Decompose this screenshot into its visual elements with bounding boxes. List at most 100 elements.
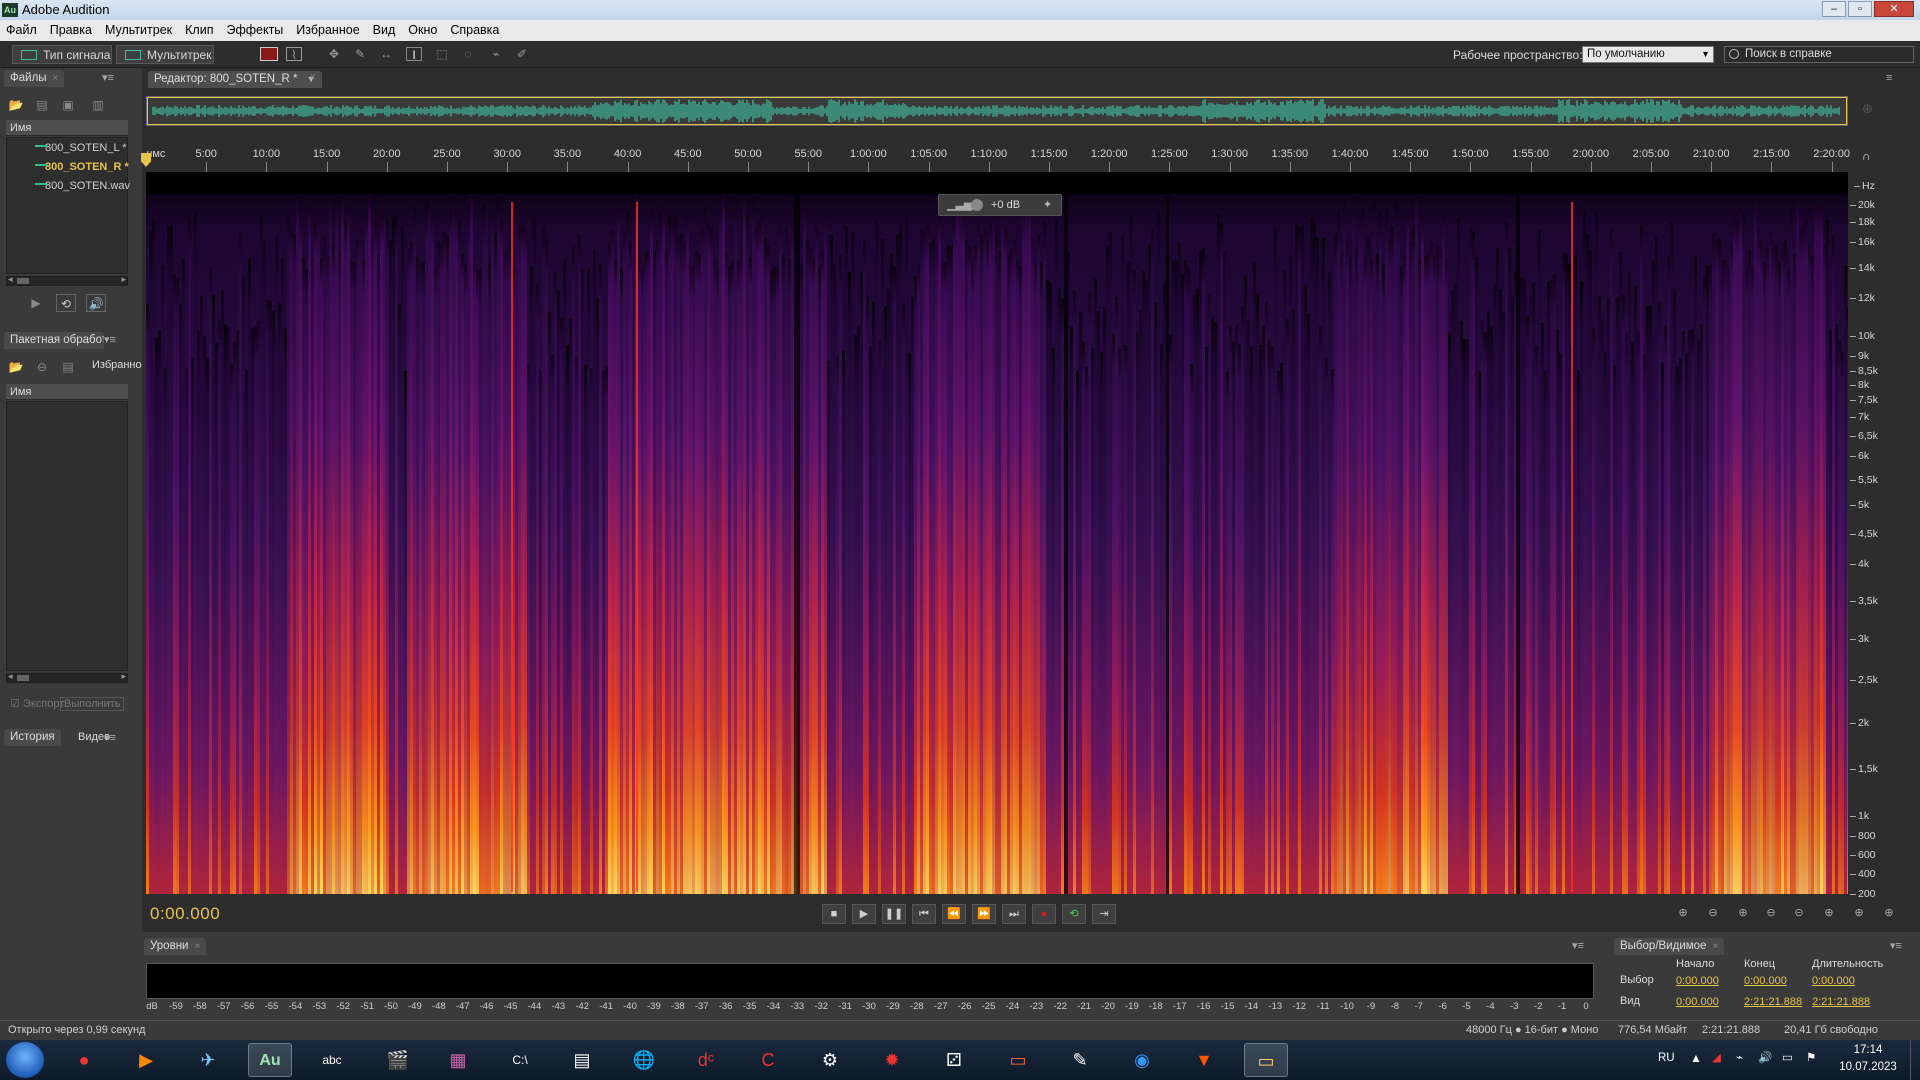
- selection-start-value[interactable]: 0:00.000: [1676, 975, 1719, 987]
- network-globe-icon[interactable]: 🌐: [622, 1043, 666, 1077]
- view-end-value[interactable]: 2:21:21.888: [1744, 996, 1802, 1008]
- zoom-selection-icon[interactable]: ⊕: [1848, 906, 1870, 924]
- settings-gear-icon[interactable]: ⚙: [808, 1043, 852, 1077]
- play-button[interactable]: ▶: [852, 904, 876, 924]
- play-preview-icon[interactable]: ▶: [26, 294, 46, 312]
- display-tray-icon[interactable]: ▭: [1782, 1050, 1793, 1064]
- view-duration-value[interactable]: 2:21:21.888: [1812, 996, 1870, 1008]
- file-item-selected[interactable]: 800_SOTEN_R *: [11, 159, 129, 175]
- clock-time[interactable]: 17:14: [1838, 1044, 1898, 1056]
- spectral-pitch-icon[interactable]: ⌇: [286, 47, 302, 62]
- notepad-icon[interactable]: ▤: [560, 1043, 604, 1077]
- export-checkbox[interactable]: ☑ Экспорт: [10, 697, 64, 710]
- maximize-button[interactable]: ▫: [1848, 1, 1872, 17]
- selection-panel-menu-icon[interactable]: ▾≡: [1890, 939, 1902, 952]
- move-to-end-button[interactable]: ⏭: [1002, 904, 1026, 924]
- razor-tool-icon[interactable]: ✎: [352, 47, 368, 61]
- slip-tool-icon[interactable]: ↔: [378, 47, 394, 61]
- batch-panel-menu-icon[interactable]: ▾≡: [104, 333, 116, 346]
- tab-selection-view[interactable]: Выбор/Видимое ×: [1614, 938, 1725, 955]
- workspace-select[interactable]: По умолчанию ▼: [1582, 46, 1714, 63]
- menu-view[interactable]: Вид: [373, 20, 396, 41]
- video-editor-icon[interactable]: 🎬: [376, 1043, 420, 1077]
- zoom-icon[interactable]: ⊕: [1862, 101, 1880, 119]
- rewind-button[interactable]: ⏪: [942, 904, 966, 924]
- zoom-in-point-icon[interactable]: ⊕: [1818, 906, 1840, 924]
- menu-multitrack[interactable]: Мультитрек: [105, 20, 172, 41]
- dc-app-icon[interactable]: dᶜ: [684, 1043, 728, 1077]
- minimize-button[interactable]: –: [1822, 1, 1846, 17]
- move-to-start-button[interactable]: ⏮: [912, 904, 936, 924]
- start-button[interactable]: [6, 1042, 44, 1078]
- archive-icon[interactable]: ▦: [436, 1043, 480, 1077]
- skip-selection-button[interactable]: ⇥: [1092, 904, 1116, 924]
- files-scrollbar[interactable]: [6, 274, 128, 286]
- batch-remove-icon[interactable]: ⊖: [32, 358, 52, 376]
- zoom-out-full-icon[interactable]: ⊝: [1788, 906, 1810, 924]
- ladybug-icon[interactable]: ✹: [870, 1043, 914, 1077]
- close-editor-icon[interactable]: ×: [310, 72, 316, 83]
- tab-favorites[interactable]: Избранное: [92, 359, 148, 371]
- auto-play-icon[interactable]: 🔊: [86, 294, 106, 312]
- zoom-out-amplitude-icon[interactable]: ⊖: [1702, 906, 1724, 924]
- media-player-icon[interactable]: ▶: [124, 1043, 168, 1077]
- run-button[interactable]: Выполнить: [60, 697, 125, 711]
- batch-clear-icon[interactable]: ▤: [58, 358, 78, 376]
- spot-healing-icon[interactable]: ✐: [514, 47, 530, 61]
- pause-button[interactable]: ❚❚: [882, 904, 906, 924]
- editor-panel-menu-icon[interactable]: ≡: [1886, 72, 1892, 84]
- opera-icon[interactable]: ●: [62, 1043, 106, 1077]
- tools-icon[interactable]: ✎: [1058, 1043, 1102, 1077]
- file-item[interactable]: 800_SOTEN_L *: [11, 140, 127, 156]
- menu-effects[interactable]: Эффекты: [226, 20, 283, 41]
- files-panel-menu-icon[interactable]: ▾≡: [102, 71, 114, 84]
- time-selection-tool-icon[interactable]: I: [406, 47, 422, 62]
- show-desktop-button[interactable]: [1910, 1040, 1920, 1080]
- menu-window[interactable]: Окно: [408, 20, 437, 41]
- adobe-audition-taskbar-icon[interactable]: Au: [248, 1043, 292, 1077]
- loop-playback-button[interactable]: ⟲: [1062, 904, 1086, 924]
- zoom-in-time-icon[interactable]: ⊕: [1732, 906, 1754, 924]
- network-tray-icon[interactable]: ⌁: [1736, 1050, 1743, 1064]
- snap-icon[interactable]: ∩: [1862, 149, 1871, 163]
- overview-waveform[interactable]: [146, 96, 1848, 126]
- multitrack-mode-button[interactable]: Мультитрек: [116, 45, 214, 64]
- tab-levels[interactable]: Уровни ×: [144, 938, 207, 955]
- image-viewer-icon[interactable]: ▭: [996, 1043, 1040, 1077]
- gain-hud[interactable]: ▁▃▅ +0 dB ✦: [938, 194, 1062, 216]
- tab-batch-process[interactable]: Пакетная обработка: [4, 332, 104, 349]
- eye-app-icon[interactable]: ◉: [1120, 1043, 1164, 1077]
- import-file-icon[interactable]: ▤: [32, 96, 52, 114]
- batch-open-icon[interactable]: 📂: [6, 358, 26, 376]
- tab-files[interactable]: Файлы ×: [4, 70, 65, 87]
- c-app-icon[interactable]: C: [746, 1043, 790, 1077]
- batch-column-name[interactable]: Имя: [6, 384, 128, 400]
- current-time-display[interactable]: 0:00.000: [150, 904, 220, 924]
- menu-edit[interactable]: Правка: [50, 20, 92, 41]
- insert-icon[interactable]: ▥: [88, 96, 108, 114]
- loop-preview-icon[interactable]: ⟲: [56, 294, 76, 312]
- clock-date[interactable]: 10.07.2023: [1838, 1061, 1898, 1073]
- spectral-display-icon[interactable]: [260, 47, 278, 61]
- tab-history[interactable]: История: [4, 729, 61, 746]
- marquee-tool-icon[interactable]: ⬚: [434, 47, 450, 61]
- levels-panel-menu-icon[interactable]: ▾≡: [1572, 939, 1584, 952]
- menu-favorites[interactable]: Избранное: [296, 20, 359, 41]
- action-center-icon[interactable]: ⚑: [1806, 1050, 1816, 1064]
- lasso-tool-icon[interactable]: ◌: [460, 47, 476, 61]
- gain-knob-icon[interactable]: [971, 199, 983, 211]
- open-file-icon[interactable]: 📂: [6, 96, 26, 114]
- selection-duration-value[interactable]: 0:00.000: [1812, 975, 1855, 987]
- menu-file[interactable]: Файл: [6, 20, 37, 41]
- dice-app-icon[interactable]: ⚂: [932, 1043, 976, 1077]
- spectral-frequency-display[interactable]: [146, 172, 1848, 894]
- waveform-mode-button[interactable]: Тип сигнала: [12, 45, 112, 64]
- batch-scrollbar[interactable]: [6, 671, 128, 683]
- volume-tray-icon[interactable]: 🔊: [1758, 1050, 1772, 1064]
- messenger-icon[interactable]: ✈: [186, 1043, 230, 1077]
- language-indicator[interactable]: RU: [1658, 1052, 1675, 1064]
- new-file-icon[interactable]: ▣: [58, 96, 78, 114]
- record-button[interactable]: ●: [1032, 904, 1056, 924]
- selection-end-value[interactable]: 0:00.000: [1744, 975, 1787, 987]
- abc-app-icon[interactable]: abc: [310, 1043, 354, 1077]
